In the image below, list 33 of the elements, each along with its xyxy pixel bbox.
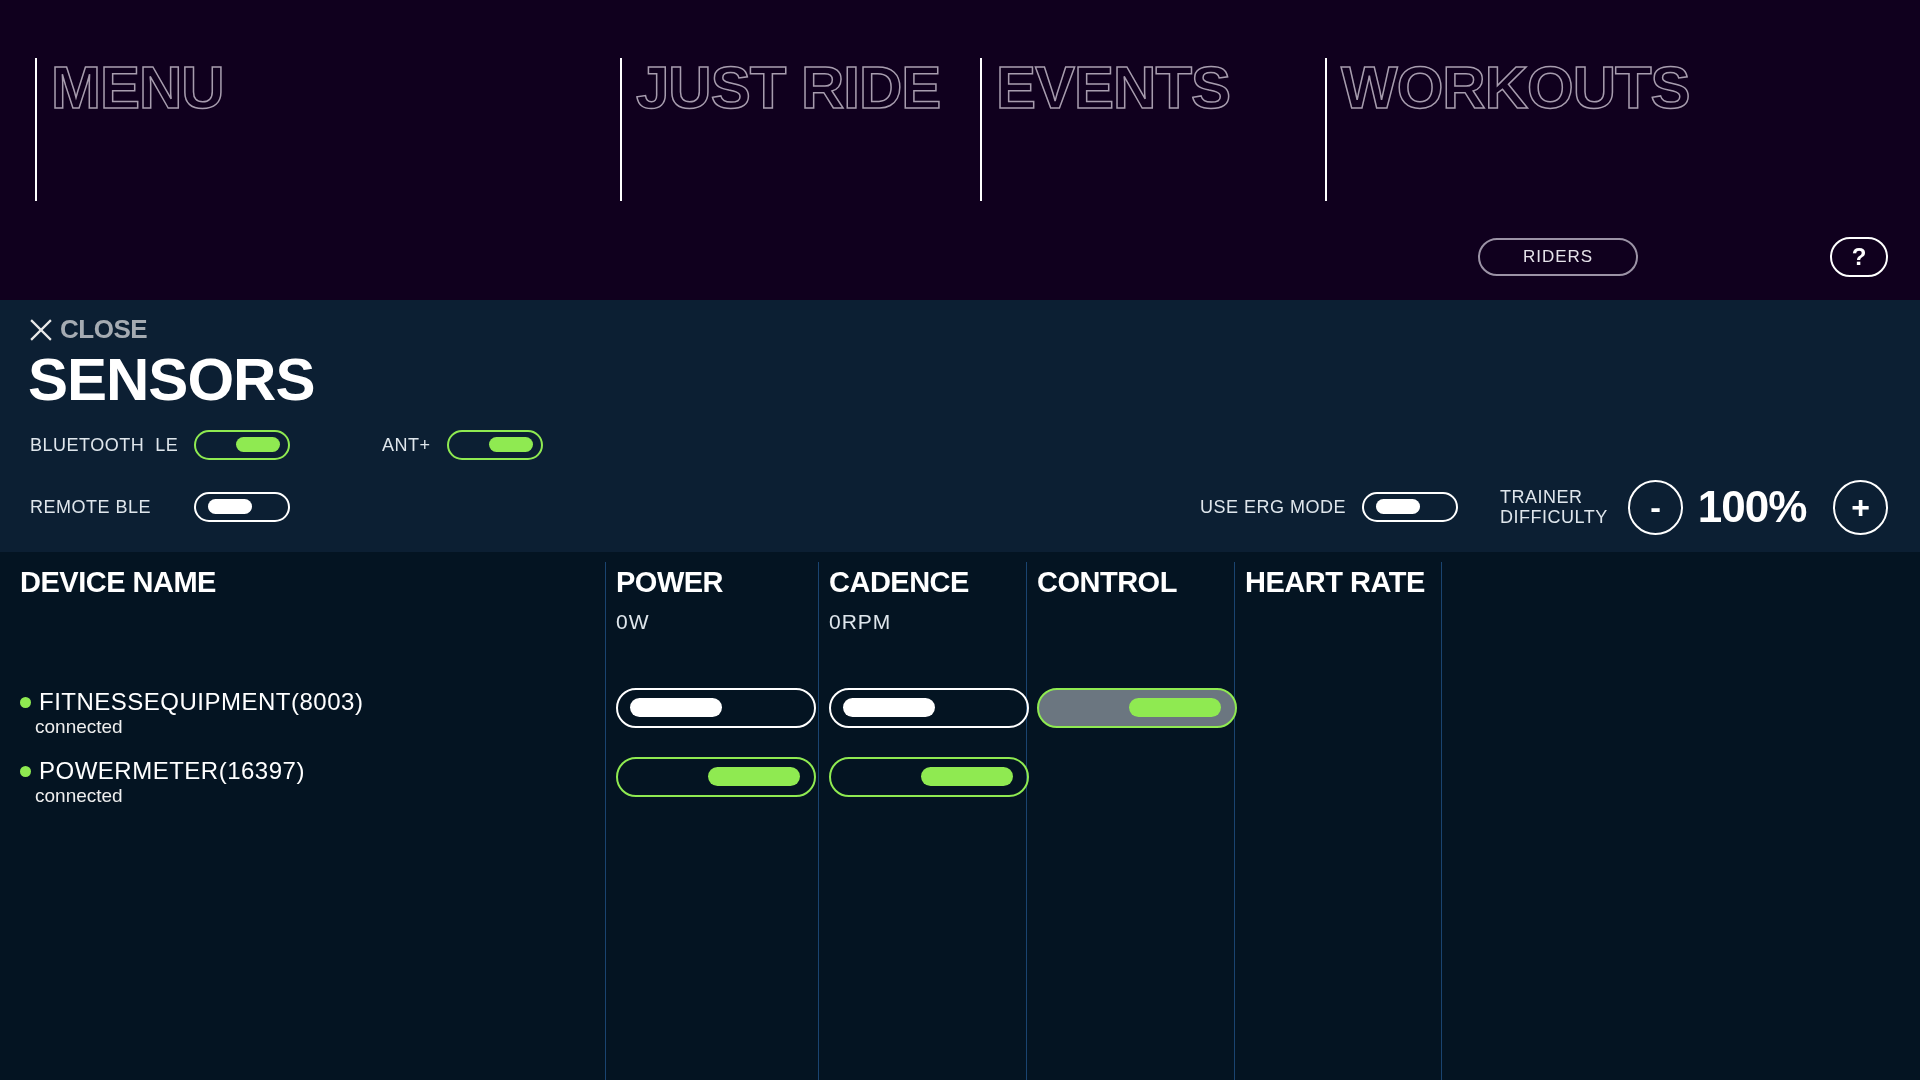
toggle-switch[interactable] [194,430,291,460]
toggle-switch[interactable] [446,430,543,460]
device-name[interactable]: POWERMETER(16397) [39,757,305,785]
increase-button[interactable]: + [1833,479,1888,535]
riders-button[interactable]: RIDERS [1478,238,1638,276]
nav-tab[interactable]: EVENTS [996,58,1231,118]
toggle-label: USE ERG MODE [1199,496,1346,518]
column-header: DEVICE NAME [20,565,217,600]
column-reading: 0RPM [829,609,893,635]
difficulty-label: TRAINER DIFFICULTY [1500,487,1609,527]
close-link[interactable]: CLOSE [60,314,148,345]
device-status: connected [34,785,124,807]
toggle-switch[interactable] [1037,688,1237,728]
nav-tab[interactable]: WORKOUTS [1341,58,1690,118]
toggle-label: BLUETOOTH LE [30,434,179,456]
close-icon[interactable] [30,318,52,341]
column-header: CADENCE [829,565,970,600]
column-header: HEART RATE [1245,565,1426,600]
help-button[interactable]: ? [1830,237,1888,277]
device-name[interactable]: FITNESSEQUIPMENT(8003) [39,688,364,716]
column-header: CONTROL [1037,565,1178,600]
toggle-switch[interactable] [829,757,1029,797]
device-status: connected [34,716,124,738]
toggle-label: ANT+ [382,434,431,456]
nav-tab[interactable]: JUST RIDE [636,58,941,118]
column-reading: 0W [616,609,651,635]
panel-title: SENSORS [28,345,316,415]
nav-tab[interactable]: MENU [51,58,224,118]
toggle-label: REMOTE BLE [30,496,153,518]
toggle-switch[interactable] [616,757,816,797]
column-header: POWER [616,565,725,600]
decrease-button[interactable]: - [1628,479,1683,535]
difficulty-value: 100% [1696,482,1808,532]
